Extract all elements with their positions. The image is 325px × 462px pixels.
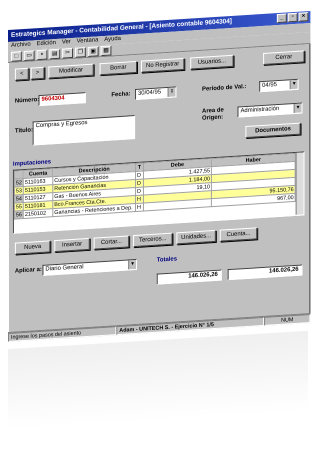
save-icon[interactable]: ▪ — [36, 49, 48, 61]
prev-button[interactable]: < — [14, 67, 29, 81]
new-line-button[interactable]: Nueva — [14, 240, 51, 255]
close-button[interactable]: Cerrar — [263, 50, 305, 65]
users-button[interactable]: Usuarios... — [190, 54, 234, 70]
totals-label: Totales — [156, 256, 177, 264]
cut-icon[interactable]: ✂ — [62, 47, 74, 59]
calc-icon[interactable]: ▦ — [100, 45, 112, 57]
number-label: Número: — [14, 97, 40, 105]
date-label: Fecha: — [111, 91, 131, 99]
next-button[interactable]: > — [30, 66, 45, 80]
status-num: NUM — [264, 313, 311, 326]
cell-cuenta[interactable]: 2150102 — [23, 208, 53, 219]
total-debe: 146.026,26 — [156, 269, 222, 285]
apply-field[interactable]: Diario General ▼ — [42, 258, 138, 276]
date-field[interactable]: 30/04/95 ⇕ — [135, 86, 177, 101]
print-icon[interactable]: ▤ — [49, 48, 61, 60]
title-field[interactable]: Compras y Egresos — [32, 115, 136, 146]
period-value: 04/95 — [262, 82, 277, 90]
total-haber: 146.026,26 — [227, 264, 303, 281]
cell-t[interactable]: H — [135, 202, 144, 212]
insert-button[interactable]: Insertar — [54, 237, 90, 253]
open-icon[interactable]: ▭ — [23, 50, 35, 62]
chevron-down-icon[interactable]: ▼ — [289, 79, 298, 90]
cut-button[interactable]: Cortar... — [93, 235, 130, 250]
chevron-down-icon[interactable]: ▼ — [293, 103, 302, 114]
origin-label: Area de Origen: — [202, 107, 224, 122]
modify-button[interactable]: Modificar — [48, 63, 94, 79]
close-window-button[interactable]: × — [298, 12, 309, 22]
period-field[interactable]: 04/95 ▼ — [259, 78, 299, 93]
table-scrollbar[interactable] — [295, 152, 304, 215]
row-number: 56 — [14, 210, 24, 220]
new-icon[interactable]: □ — [10, 51, 22, 62]
documents-button[interactable]: Documentos — [245, 122, 301, 139]
imputations-label: Imputaciones — [12, 159, 52, 168]
period-label: Período de Val.: — [202, 83, 247, 93]
imputations-table: Cuenta Descripción T Debe Haber 52 51101… — [12, 151, 305, 234]
date-value: 30/04/95 — [138, 89, 162, 97]
no-register-button[interactable]: No Registrar — [140, 57, 185, 73]
number-field[interactable]: 9604304 — [38, 92, 86, 107]
delete-button[interactable]: Borrar — [99, 60, 138, 76]
apply-label: Aplicar a: — [14, 266, 42, 275]
title-label: Título: — [14, 127, 33, 135]
origin-field[interactable]: Administración ▼ — [237, 102, 303, 118]
paste-icon[interactable]: ▣ — [87, 46, 99, 57]
minimize-button[interactable]: _ — [276, 13, 287, 24]
chevron-down-icon[interactable]: ▼ — [128, 259, 137, 270]
apply-value: Diario General — [45, 264, 84, 273]
units-button[interactable]: Unidades... — [176, 229, 216, 245]
copy-icon[interactable]: ❐ — [74, 47, 86, 58]
date-spin-icon[interactable]: ⇕ — [167, 87, 176, 97]
maximize-button[interactable]: ▫ — [287, 12, 298, 23]
origin-value: Administración — [240, 105, 280, 115]
third-parties-button[interactable]: Terceros... — [133, 232, 173, 248]
account-button[interactable]: Cuenta... — [219, 227, 258, 242]
entry-panel: < > Modificar Borrar No Registrar Usuari… — [8, 43, 311, 332]
